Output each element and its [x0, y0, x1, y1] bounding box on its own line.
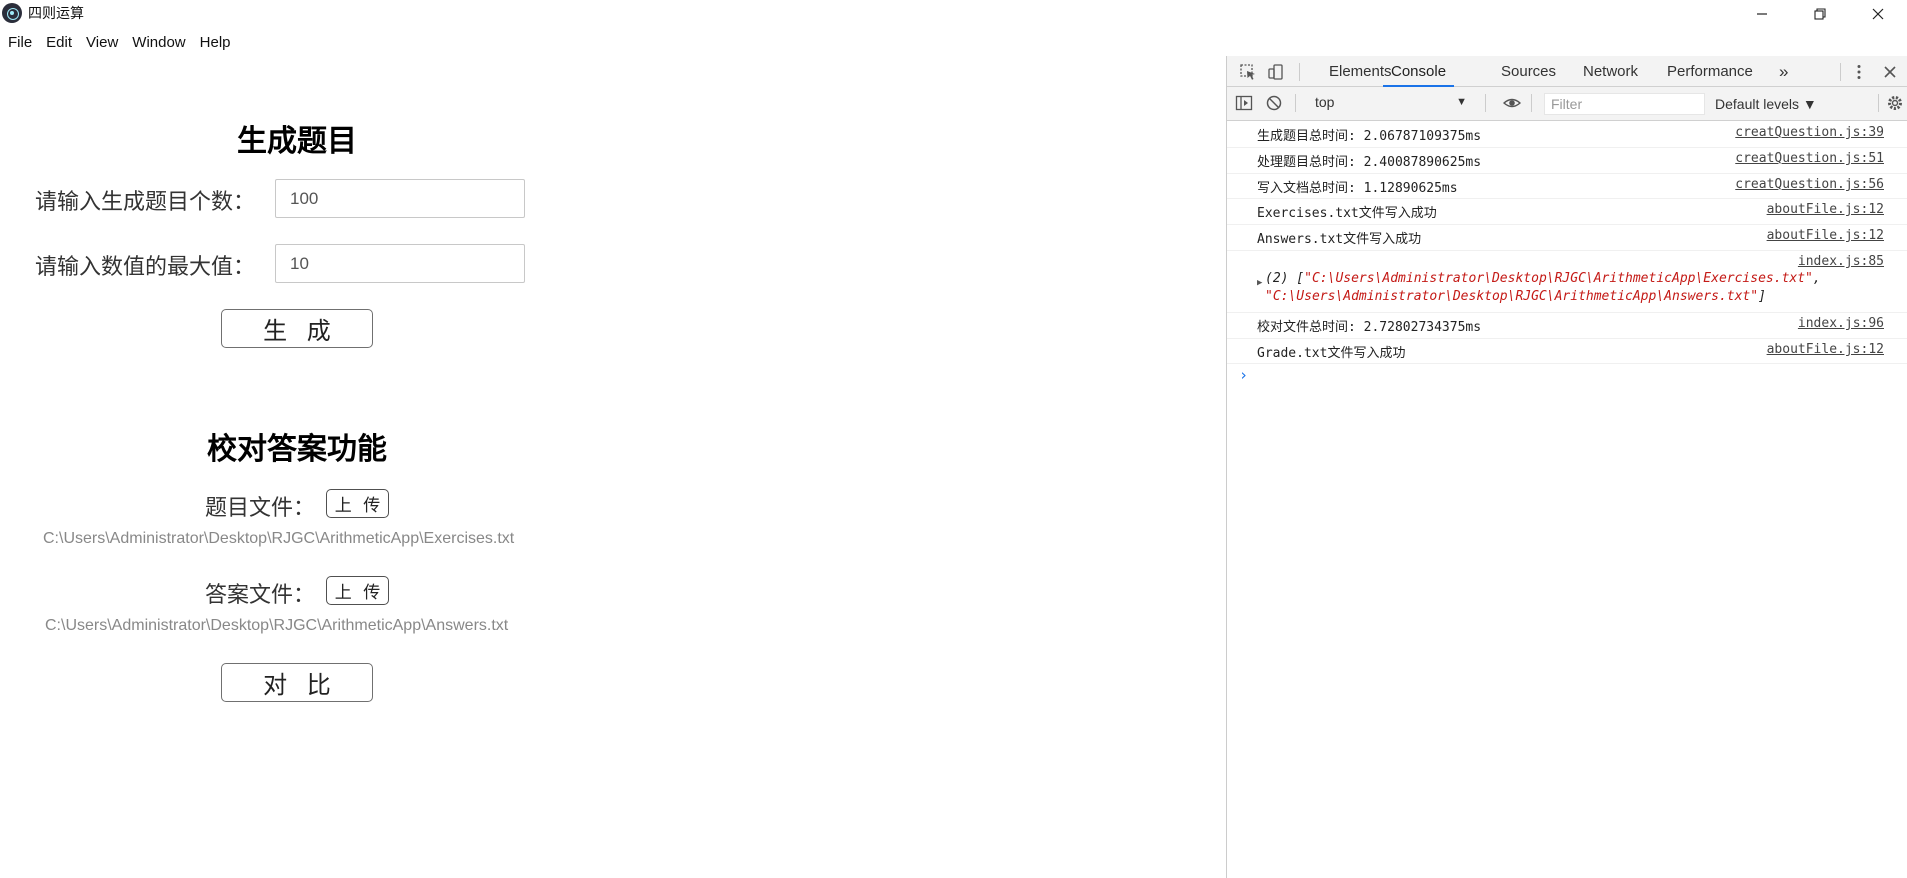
tab-separator: [1299, 63, 1300, 81]
electron-app-icon: [2, 3, 22, 23]
console-toolbar: top ▼ Filter Default levels ▼: [1227, 87, 1907, 121]
window-controls: [1733, 0, 1907, 28]
log-source-link[interactable]: aboutFile.js:12: [1767, 228, 1884, 243]
log-source-link[interactable]: aboutFile.js:12: [1767, 202, 1884, 217]
tab-performance[interactable]: Performance: [1667, 56, 1753, 87]
minimize-icon: [1757, 13, 1767, 15]
log-source-link[interactable]: creatQuestion.js:56: [1735, 177, 1884, 192]
live-expression-eye-icon[interactable]: [1503, 94, 1521, 112]
console-log-row: 处理题目总时间: 2.40087890625ms creatQuestion.j…: [1227, 148, 1907, 174]
log-source-link[interactable]: creatQuestion.js:51: [1735, 151, 1884, 166]
restore-button[interactable]: [1791, 0, 1849, 28]
console-log-row: Answers.txt文件写入成功 aboutFile.js:12: [1227, 225, 1907, 251]
toolbar-separator: [1295, 94, 1296, 112]
array-prefix: (2) [: [1265, 271, 1305, 286]
log-source-link[interactable]: index.js:85: [1798, 254, 1884, 269]
window-title: 四则运算: [28, 6, 84, 22]
close-icon: [1872, 8, 1884, 20]
devtools-panel: Elements Console Sources Network Perform…: [1226, 56, 1907, 878]
array-suffix: ]: [1758, 289, 1766, 304]
array-item-2: "C:\Users\Administrator\Desktop\RJGC\Ari…: [1265, 289, 1759, 304]
array-item-1: "C:\Users\Administrator\Desktop\RJGC\Ari…: [1304, 271, 1813, 286]
expand-triangle-icon[interactable]: ▶: [1257, 278, 1262, 288]
log-message: Grade.txt文件写入成功: [1257, 346, 1406, 361]
device-toolbar-icon[interactable]: [1267, 63, 1285, 81]
log-message: 处理题目总时间: 2.40087890625ms: [1257, 155, 1482, 170]
array-preview-line-1[interactable]: (2) ["C:\Users\Administrator\Desktop\RJG…: [1265, 271, 1821, 286]
menu-view[interactable]: View: [86, 34, 118, 51]
close-button[interactable]: [1849, 0, 1907, 28]
answer-file-path: C:\Users\Administrator\Desktop\RJGC\Arit…: [45, 617, 509, 634]
tab-separator: [1840, 63, 1841, 81]
console-filter-input[interactable]: Filter: [1544, 93, 1705, 115]
tab-sources[interactable]: Sources: [1501, 56, 1556, 87]
toolbar-separator: [1485, 94, 1486, 112]
console-log-row: 写入文档总时间: 1.12890625ms creatQuestion.js:5…: [1227, 174, 1907, 199]
array-separator: ,: [1812, 271, 1821, 286]
sidebar-toggle-icon[interactable]: [1235, 94, 1253, 112]
answer-file-label: 答案文件：: [205, 583, 316, 608]
devtools-tab-bar: Elements Console Sources Network Perform…: [1227, 56, 1907, 87]
generate-section-title: 生成题目: [237, 124, 357, 159]
menu-help[interactable]: Help: [200, 34, 231, 51]
restore-icon: [1814, 8, 1826, 20]
console-prompt-row[interactable]: ›: [1227, 364, 1907, 388]
console-log-row: 生成题目总时间: 2.06787109375ms creatQuestion.j…: [1227, 122, 1907, 148]
app-content: 生成题目 请输入生成题目个数： 请输入数值的最大值： 生 成 校对答案功能 题目…: [0, 56, 1226, 878]
menu-file[interactable]: File: [8, 34, 32, 51]
log-source-link[interactable]: creatQuestion.js:39: [1735, 125, 1884, 140]
log-message: Answers.txt文件写入成功: [1257, 232, 1422, 247]
close-devtools-icon[interactable]: [1881, 63, 1899, 81]
log-message: 校对文件总时间: 2.72802734375ms: [1257, 320, 1482, 335]
toolbar-separator: [1878, 94, 1879, 112]
exercise-file-path: C:\Users\Administrator\Desktop\RJGC\Arit…: [43, 530, 515, 547]
menu-bar: File Edit View Window Help: [0, 28, 245, 56]
more-tabs-button[interactable]: »: [1779, 56, 1788, 87]
log-message: Exercises.txt文件写入成功: [1257, 206, 1437, 221]
console-prompt-chevron-icon: ›: [1239, 366, 1249, 384]
clear-console-icon[interactable]: [1265, 94, 1283, 112]
kebab-menu-icon[interactable]: [1850, 63, 1868, 81]
array-preview-line-2[interactable]: "C:\Users\Administrator\Desktop\RJGC\Ari…: [1265, 289, 1766, 304]
check-section-title: 校对答案功能: [207, 432, 387, 467]
log-source-link[interactable]: index.js:96: [1798, 316, 1884, 331]
console-log-row: Exercises.txt文件写入成功 aboutFile.js:12: [1227, 199, 1907, 225]
max-value-input[interactable]: [275, 244, 525, 283]
question-count-input[interactable]: [275, 179, 525, 218]
minimize-button[interactable]: [1733, 0, 1791, 28]
max-value-label: 请输入数值的最大值：: [35, 255, 256, 280]
chevron-down-icon: ▼: [1456, 96, 1467, 108]
context-value: top: [1315, 94, 1335, 110]
console-log-row: 校对文件总时间: 2.72802734375ms index.js:96: [1227, 313, 1907, 339]
console-log-area: 生成题目总时间: 2.06787109375ms creatQuestion.j…: [1227, 122, 1907, 388]
menu-window[interactable]: Window: [132, 34, 185, 51]
toolbar-separator: [1531, 94, 1532, 112]
exercise-file-label: 题目文件：: [205, 496, 316, 521]
console-array-log-row: index.js:85 ▶ (2) ["C:\Users\Administrat…: [1227, 251, 1907, 313]
log-source-link[interactable]: aboutFile.js:12: [1767, 342, 1884, 357]
tab-network[interactable]: Network: [1583, 56, 1638, 87]
generate-button[interactable]: 生 成: [221, 309, 373, 348]
menu-edit[interactable]: Edit: [46, 34, 72, 51]
inspect-element-icon[interactable]: [1239, 63, 1257, 81]
compare-button[interactable]: 对 比: [221, 663, 373, 702]
tab-console[interactable]: Console: [1383, 56, 1455, 87]
console-log-row: Grade.txt文件写入成功 aboutFile.js:12: [1227, 339, 1907, 364]
app-window: 四则运算 File Edit View Window Help 生成题目 请输入…: [0, 0, 1907, 878]
question-count-label: 请输入生成题目个数：: [35, 190, 256, 215]
console-settings-gear-icon[interactable]: [1886, 94, 1904, 112]
log-levels-dropdown[interactable]: Default levels ▼: [1715, 96, 1817, 112]
title-bar: 四则运算: [0, 0, 1907, 26]
log-message: 生成题目总时间: 2.06787109375ms: [1257, 129, 1482, 144]
log-message: 写入文档总时间: 1.12890625ms: [1257, 181, 1458, 196]
context-selector[interactable]: top ▼: [1315, 94, 1475, 114]
answer-upload-button[interactable]: 上 传: [326, 576, 389, 605]
exercise-upload-button[interactable]: 上 传: [326, 489, 389, 518]
